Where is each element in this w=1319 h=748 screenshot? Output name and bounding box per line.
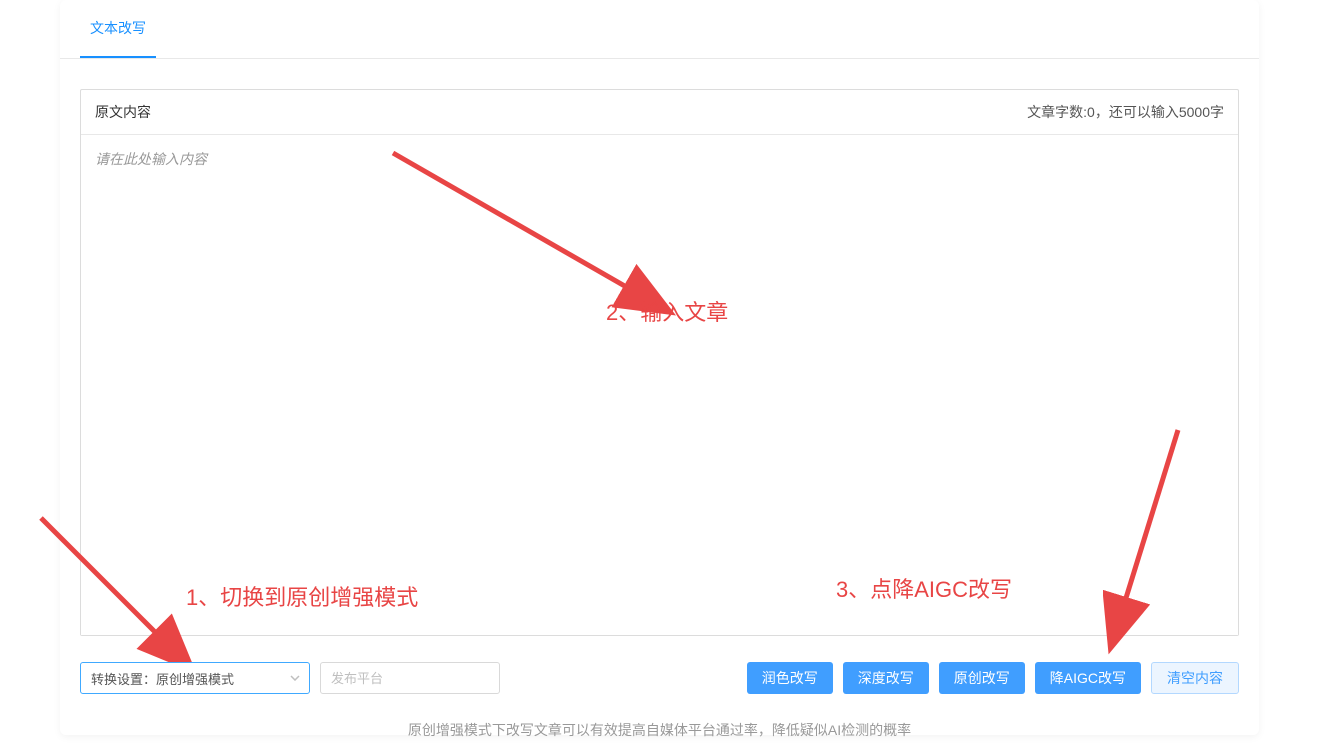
- aigc-rewrite-button[interactable]: 降AIGC改写: [1035, 662, 1141, 694]
- deep-rewrite-button[interactable]: 深度改写: [843, 662, 929, 694]
- mode-select-text: 转换设置：原创增强模式: [91, 669, 234, 688]
- content-textarea[interactable]: [81, 135, 1238, 635]
- textarea-wrapper: 2、输入文章 1、切换到原创增强模式: [81, 135, 1238, 635]
- mode-select[interactable]: 转换设置：原创增强模式: [80, 662, 310, 694]
- text-header: 原文内容 文章字数:0，还可以输入5000字: [81, 90, 1238, 135]
- original-content-label: 原文内容: [95, 102, 151, 122]
- tabs-bar: 文本改写: [60, 0, 1259, 59]
- content-area: 原文内容 文章字数:0，还可以输入5000字 2、输入文章: [60, 59, 1259, 636]
- footer-hint: 原创增强模式下改写文章可以有效提高自媒体平台通过率，降低疑似AI检测的概率: [60, 712, 1259, 748]
- clear-content-button[interactable]: 清空内容: [1151, 662, 1239, 694]
- tab-text-rewrite[interactable]: 文本改写: [80, 0, 156, 58]
- mode-select-wrapper[interactable]: 转换设置：原创增强模式: [80, 662, 310, 694]
- char-counter: 文章字数:0，还可以输入5000字: [1027, 102, 1224, 122]
- platform-input[interactable]: [320, 662, 500, 694]
- text-input-box: 原文内容 文章字数:0，还可以输入5000字 2、输入文章: [80, 89, 1239, 636]
- main-container: 文本改写 原文内容 文章字数:0，还可以输入5000字 2、输入: [60, 0, 1259, 735]
- chevron-down-icon: [290, 672, 300, 684]
- bottom-toolbar: 转换设置：原创增强模式 润色改写 深度改写 原创改写 降AIGC改写 清空内容: [60, 636, 1259, 712]
- polish-rewrite-button[interactable]: 润色改写: [747, 662, 833, 694]
- original-rewrite-button[interactable]: 原创改写: [939, 662, 1025, 694]
